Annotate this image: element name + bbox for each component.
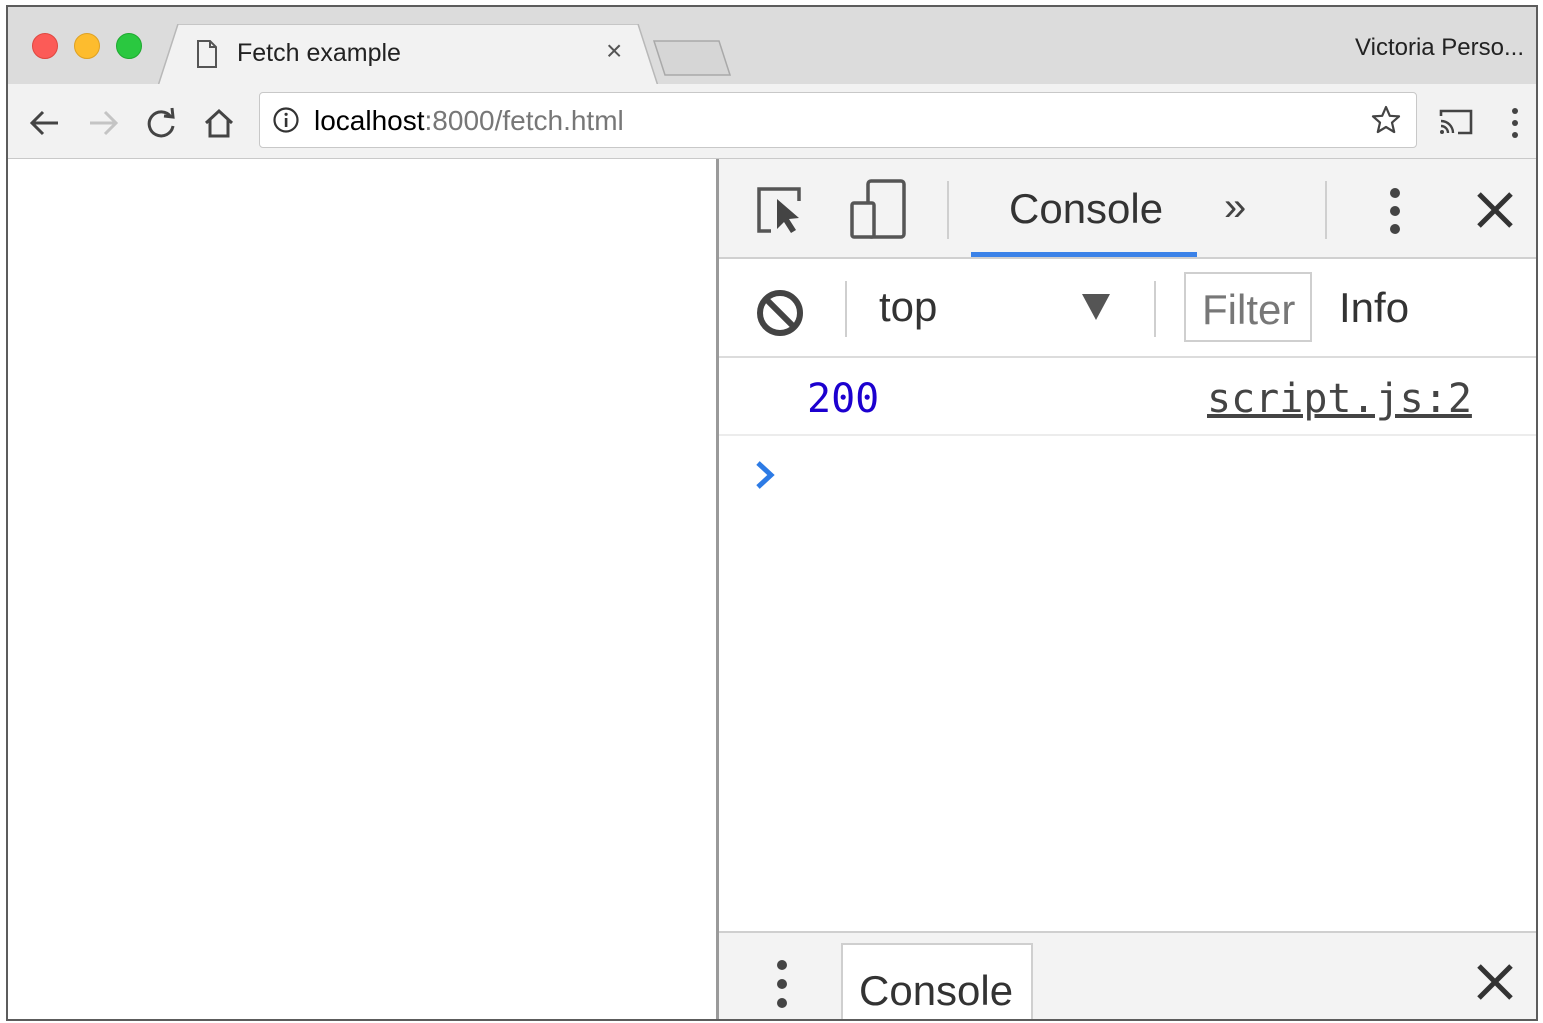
prompt-chevron-icon[interactable] (753, 459, 777, 491)
forward-arrow-icon[interactable] (86, 106, 120, 140)
console-message: 200 script.js:2 (719, 358, 1536, 436)
drawer-tab-label: Console (859, 967, 1014, 1014)
clear-console-icon[interactable] (755, 288, 805, 338)
tab-strip: Fetch example × Victoria Perso... (8, 7, 1536, 86)
devtools-drawer: Console (719, 931, 1536, 1019)
minimize-window-button[interactable] (74, 33, 100, 59)
url-text: localhost:8000/fetch.html (314, 105, 624, 137)
address-bar[interactable]: localhost:8000/fetch.html (259, 92, 1417, 148)
reload-icon[interactable] (144, 106, 178, 140)
console-filter-bar: top Filter Info (719, 259, 1536, 358)
toolbar-divider (1325, 181, 1327, 239)
log-levels-dropdown[interactable]: Info (1339, 284, 1409, 332)
more-tabs-button[interactable]: » (1224, 185, 1246, 230)
drawer-close-icon[interactable] (1476, 963, 1514, 1001)
info-icon[interactable] (272, 106, 300, 134)
toolbar-divider (947, 181, 949, 239)
kebab-menu-icon[interactable] (1387, 187, 1403, 235)
url-host: localhost (314, 105, 425, 136)
filter-divider (1154, 281, 1156, 337)
page-viewport[interactable] (8, 159, 716, 1019)
star-icon[interactable] (1370, 104, 1402, 136)
inspect-element-icon[interactable] (755, 185, 809, 235)
menu-icon[interactable] (1508, 106, 1522, 140)
filter-placeholder: Filter (1202, 286, 1296, 333)
active-tab-indicator (971, 252, 1197, 257)
devtools-panel: Console » top Filter Info 200 script.js:… (716, 159, 1536, 1019)
browser-toolbar: localhost:8000/fetch.html (8, 84, 1536, 159)
tab-title: Fetch example (237, 39, 401, 67)
profile-name[interactable]: Victoria Perso... (1355, 34, 1524, 62)
cast-icon[interactable] (1438, 107, 1474, 137)
tab-console[interactable]: Console (1009, 185, 1163, 233)
filter-divider (845, 281, 847, 337)
browser-window: Fetch example × Victoria Perso... localh… (6, 5, 1538, 1021)
log-source-link[interactable]: script.js:2 (1207, 376, 1472, 422)
home-icon[interactable] (202, 106, 236, 140)
device-toggle-icon[interactable] (850, 179, 908, 239)
tab-close-button[interactable]: × (606, 37, 622, 65)
back-arrow-icon[interactable] (28, 106, 62, 140)
browser-tab[interactable] (158, 24, 658, 86)
maximize-window-button[interactable] (116, 33, 142, 59)
close-window-button[interactable] (32, 33, 58, 59)
new-tab-button[interactable] (653, 40, 731, 76)
log-value: 200 (807, 376, 880, 422)
drawer-tab-console[interactable]: Console (841, 943, 1033, 1019)
devtools-toolbar: Console » (719, 159, 1536, 259)
dropdown-arrow-icon[interactable] (1081, 293, 1111, 321)
filter-input[interactable]: Filter (1184, 272, 1312, 342)
document-icon (197, 40, 217, 68)
context-selector[interactable]: top (879, 283, 937, 331)
url-path: :8000/fetch.html (424, 105, 624, 136)
drawer-menu-icon[interactable] (774, 959, 790, 1009)
close-icon[interactable] (1476, 191, 1514, 229)
